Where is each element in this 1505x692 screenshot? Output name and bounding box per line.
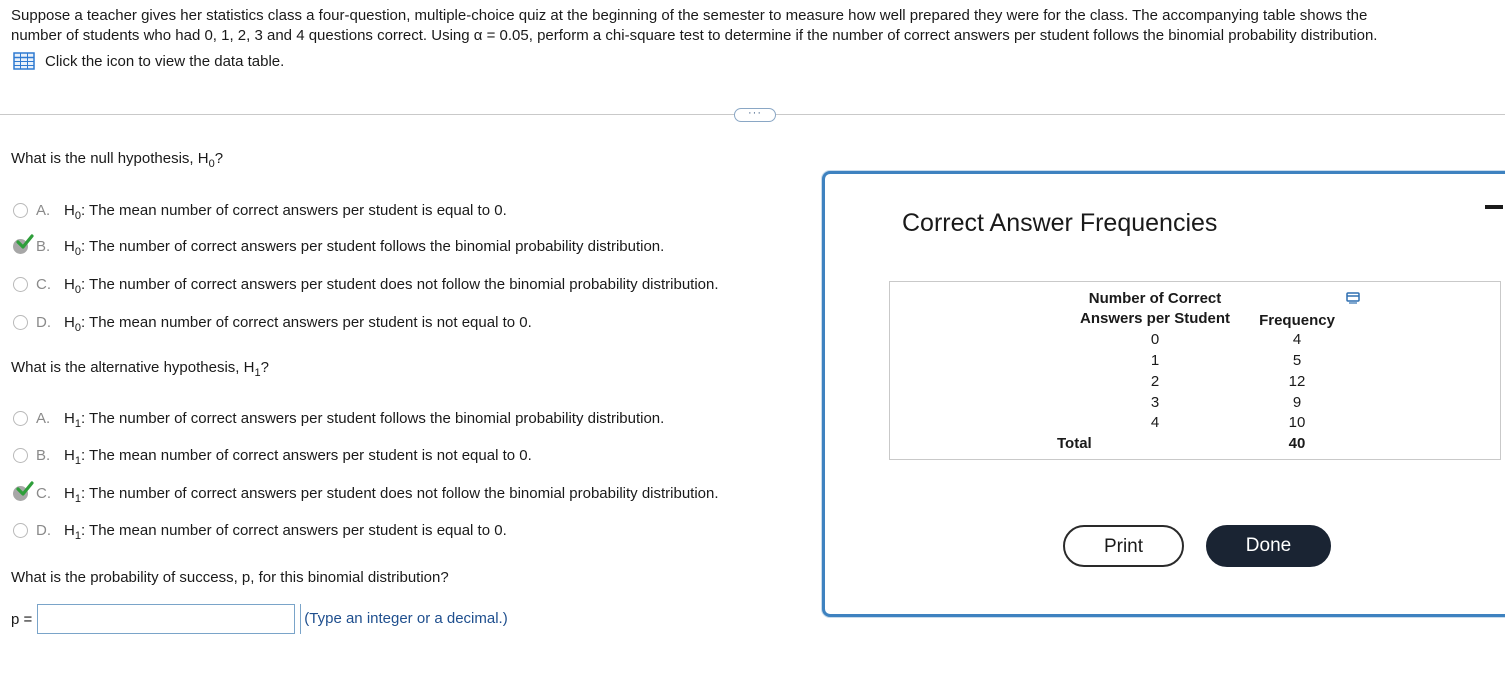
option-letter: B. — [36, 446, 51, 464]
problem-text-line-1: Suppose a teacher gives her statistics c… — [11, 7, 1368, 24]
radio-button[interactable] — [13, 447, 28, 463]
hyp-text: : The number of correct answers per stud… — [80, 409, 665, 427]
cell-frequency: 9 — [1292, 394, 1302, 411]
radio-button[interactable] — [13, 276, 28, 292]
hyp-text: : The mean number of correct answers per… — [80, 313, 532, 331]
q1-option-a[interactable]: A. H0: The mean number of correct answer… — [13, 199, 507, 221]
hyp-symbol: H — [64, 237, 75, 255]
hyp-symbol: H — [64, 484, 75, 502]
option-letter: A. — [36, 201, 51, 219]
q2-option-c[interactable]: C. H1: The number of correct answers per… — [13, 480, 719, 505]
hyp-text: : The number of correct answers per stud… — [80, 484, 719, 502]
option-text: H1: The mean number of correct answers p… — [64, 521, 507, 542]
alternative-hypothesis-question: What is the alternative hypothesis, H1? — [11, 359, 269, 379]
q2-prompt: What is the alternative hypothesis, H — [11, 359, 255, 376]
p-input[interactable] — [37, 604, 296, 634]
column-header-frequency: Frequency — [1259, 312, 1335, 329]
done-button[interactable]: Done — [1206, 525, 1331, 567]
problem-text-line-2: number of students who had 0, 1, 2, 3 an… — [11, 27, 1378, 44]
option-text: H0: The mean number of correct answers p… — [64, 313, 532, 334]
data-table-link-text[interactable]: Click the icon to view the data table. — [45, 53, 284, 70]
option-text: H1: The number of correct answers per st… — [64, 409, 665, 430]
copy-table-icon[interactable] — [1346, 292, 1360, 304]
option-letter: C. — [36, 484, 51, 502]
q1-option-d[interactable]: D. H0: The mean number of correct answer… — [13, 311, 532, 333]
column-header-line-1: Number of Correct — [1088, 290, 1222, 307]
hyp-text: : The mean number of correct answers per… — [80, 521, 507, 539]
radio-button[interactable] — [13, 314, 28, 330]
null-hypothesis-question: What is the null hypothesis, H0? — [11, 150, 224, 170]
minimize-icon[interactable] — [1485, 205, 1503, 209]
radio-button[interactable] — [13, 410, 28, 426]
cell-number: 3 — [1150, 394, 1160, 411]
cell-frequency: 12 — [1288, 373, 1306, 390]
hyp-symbol: H — [64, 409, 75, 427]
radio-button-selected[interactable] — [13, 233, 34, 254]
option-letter: D. — [36, 313, 51, 331]
radio-button-selected[interactable] — [13, 480, 34, 501]
problem-statement: Suppose a teacher gives her statistics c… — [11, 6, 1496, 46]
option-letter: A. — [36, 409, 51, 427]
cell-number: 1 — [1150, 352, 1160, 369]
probability-question: What is the probability of success, p, f… — [11, 569, 449, 586]
hyp-symbol: H — [64, 446, 75, 464]
checkmark-icon — [16, 480, 34, 496]
total-label: Total — [1057, 435, 1092, 452]
p-answer-row: p = (Type an integer or a decimal.) — [11, 604, 508, 634]
q1-prompt: What is the null hypothesis, H — [11, 150, 209, 167]
hyp-text: : The number of correct answers per stud… — [80, 275, 719, 293]
q2-option-a[interactable]: A. H1: The number of correct answers per… — [13, 407, 664, 429]
radio-button[interactable] — [13, 522, 28, 538]
print-button[interactable]: Print — [1063, 525, 1184, 567]
cell-number: 4 — [1150, 414, 1160, 431]
q1-prompt-end: ? — [214, 150, 224, 167]
cell-frequency: 10 — [1288, 414, 1306, 431]
hyp-symbol: H — [64, 521, 75, 539]
cell-number: 0 — [1150, 331, 1160, 348]
hyp-symbol: H — [64, 313, 75, 331]
option-text: H0: The mean number of correct answers p… — [64, 201, 507, 222]
column-header-line-2: Answers per Student — [1079, 310, 1231, 327]
radio-button[interactable] — [13, 202, 28, 218]
option-text: H1: The number of correct answers per st… — [64, 484, 719, 505]
hyp-text: : The mean number of correct answers per… — [80, 446, 532, 464]
q1-option-c[interactable]: C. H0: The number of correct answers per… — [13, 273, 719, 295]
total-value: 40 — [1288, 435, 1306, 452]
q2-option-d[interactable]: D. H1: The mean number of correct answer… — [13, 519, 507, 541]
option-letter: B. — [36, 237, 51, 255]
q2-option-b[interactable]: B. H1: The mean number of correct answer… — [13, 444, 532, 466]
cell-number: 2 — [1150, 373, 1160, 390]
q2-prompt-end: ? — [260, 359, 269, 376]
input-hint: (Type an integer or a decimal.) — [300, 604, 508, 634]
hyp-symbol: H — [64, 275, 75, 293]
table-grid-icon[interactable] — [13, 52, 35, 70]
cell-frequency: 5 — [1292, 352, 1302, 369]
data-table-link[interactable]: Click the icon to view the data table. — [13, 52, 284, 70]
checkmark-icon — [16, 233, 34, 249]
option-letter: C. — [36, 275, 51, 293]
expand-more-button[interactable]: ··· — [734, 108, 776, 122]
option-letter: D. — [36, 521, 51, 539]
column-header-number: Number of Correct Answers per Student — [1070, 290, 1240, 327]
p-input-label: p = — [11, 610, 33, 628]
hyp-text: : The mean number of correct answers per… — [80, 201, 507, 219]
hyp-text: : The number of correct answers per stud… — [80, 237, 665, 255]
q1-option-b[interactable]: B. H0: The number of correct answers per… — [13, 233, 665, 258]
hyp-symbol: H — [64, 201, 75, 219]
option-text: H1: The mean number of correct answers p… — [64, 446, 532, 467]
option-text: H0: The number of correct answers per st… — [64, 275, 719, 296]
dialog-title: Correct Answer Frequencies — [902, 209, 1218, 237]
cell-frequency: 4 — [1292, 331, 1302, 348]
option-text: H0: The number of correct answers per st… — [64, 237, 665, 258]
